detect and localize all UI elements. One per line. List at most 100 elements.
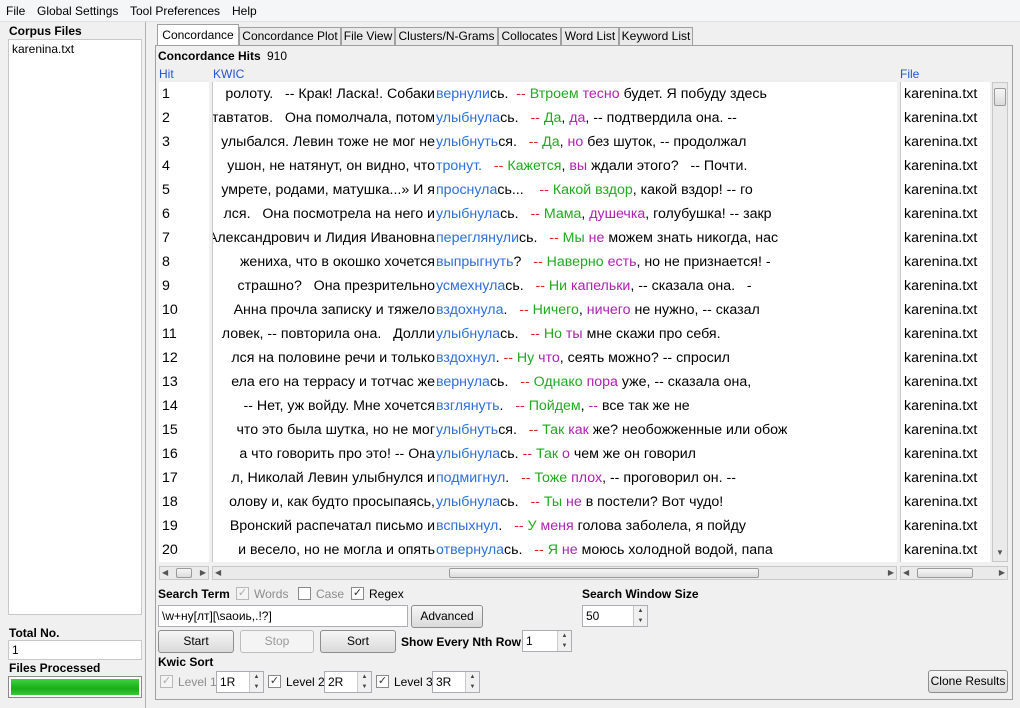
level2-checkbox[interactable]: ✓ — [268, 675, 281, 688]
file-cell[interactable]: karenina.txt — [901, 226, 990, 250]
tab-file-view[interactable]: File View — [341, 27, 395, 46]
kwic-row[interactable]: жениха, что в окошко хочется выпрыгнуть? … — [213, 250, 897, 274]
level1-spinner[interactable]: 1R ▲ ▼ — [216, 671, 264, 693]
file-cell[interactable]: karenina.txt — [901, 82, 990, 106]
kwic-row[interactable]: лся на половине речи и только вздохнул. -… — [213, 346, 897, 370]
scroll-down-icon[interactable]: ▼ — [996, 547, 1004, 559]
column-hit-header[interactable]: Hit — [159, 67, 174, 81]
file-cell[interactable]: karenina.txt — [901, 250, 990, 274]
file-cell[interactable]: karenina.txt — [901, 178, 990, 202]
scroll-right-icon[interactable]: ▶ — [888, 567, 894, 579]
kwic-row[interactable]: а что говорить про это! -- Она улыбнулась… — [213, 442, 897, 466]
hit-cell[interactable]: 14 — [159, 394, 209, 418]
hit-cell[interactable]: 6 — [159, 202, 209, 226]
advanced-button[interactable]: Advanced — [411, 605, 483, 628]
hit-cell[interactable]: 1 — [159, 82, 209, 106]
column-kwic-header[interactable]: KWIC — [213, 67, 244, 81]
hit-column[interactable]: 1 2 3 4 5 6 7 8 9 10 11 12 13 14 15 16 17 18 19 20 — [159, 82, 209, 562]
scroll-left-icon[interactable]: ◀ — [215, 567, 221, 579]
file-cell[interactable]: karenina.txt — [901, 346, 990, 370]
file-cell[interactable]: karenina.txt — [901, 130, 990, 154]
file-cell[interactable]: karenina.txt — [901, 442, 990, 466]
kwic-row[interactable]: ела его на террасу и тотчас же вернулась.… — [213, 370, 897, 394]
vertical-scroll-thumb[interactable] — [994, 88, 1006, 106]
scroll-left-icon[interactable]: ◀ — [903, 567, 909, 579]
clone-results-button[interactable]: Clone Results — [928, 670, 1008, 693]
kwic-column[interactable]: ролоту. -- Крак! Ласка!. Собаки вернулись… — [212, 82, 897, 562]
level3-checkbox[interactable]: ✓ — [376, 675, 389, 688]
search-term-input[interactable]: \w+ну[лт][\saоиь,.!?] — [158, 605, 408, 627]
kwic-row[interactable]: страшно? Она презрительно усмехнулась. --… — [213, 274, 897, 298]
hit-cell[interactable]: 3 — [159, 130, 209, 154]
kwic-row[interactable]: олову и, как будто просыпаясь, улыбнулась… — [213, 490, 897, 514]
case-checkbox[interactable] — [298, 587, 311, 600]
regex-checkbox[interactable]: ✓ — [351, 587, 364, 600]
file-cell[interactable]: karenina.txt — [901, 202, 990, 226]
tab-keyword-list[interactable]: Keyword List — [619, 27, 693, 46]
kwic-row[interactable]: ролоту. -- Крак! Ласка!. Собаки вернулись… — [213, 82, 897, 106]
hit-cell[interactable]: 9 — [159, 274, 209, 298]
file-cell[interactable]: karenina.txt — [901, 418, 990, 442]
kwic-row[interactable]: что это была шутка, но не мог улыбнуться.… — [213, 418, 897, 442]
stop-button[interactable]: Stop — [240, 630, 314, 653]
scroll-right-icon[interactable]: ▶ — [200, 567, 206, 579]
level3-spinner[interactable]: 3R ▲ ▼ — [432, 671, 480, 693]
corpus-file-item[interactable]: karenina.txt — [9, 40, 141, 58]
hit-cell[interactable]: 4 — [159, 154, 209, 178]
search-window-size-spinner[interactable]: 50 ▲ ▼ — [582, 605, 648, 627]
tab-concordance[interactable]: Concordance — [157, 24, 239, 46]
corpus-file-list[interactable]: karenina.txt — [8, 39, 142, 615]
spinner-arrows-icon[interactable]: ▲ ▼ — [557, 631, 571, 651]
file-cell[interactable]: karenina.txt — [901, 370, 990, 394]
kwic-row[interactable]: Вронский распечатал письмо и вспыхнул. --… — [213, 514, 897, 538]
column-file-header[interactable]: File — [900, 67, 919, 81]
file-cell[interactable]: karenina.txt — [901, 394, 990, 418]
hit-cell[interactable]: 2 — [159, 106, 209, 130]
level2-spinner[interactable]: 2R ▲ ▼ — [324, 671, 372, 693]
file-cell[interactable]: karenina.txt — [901, 322, 990, 346]
hit-cell[interactable]: 11 — [159, 322, 209, 346]
kwic-hscrollbar[interactable]: ◀ ▶ — [212, 566, 897, 580]
hit-cell[interactable]: 17 — [159, 466, 209, 490]
kwic-row[interactable]: умрете, родами, матушка...» И я проснулас… — [213, 178, 897, 202]
kwic-row[interactable]: Анна прочла записку и тяжело вздохнула. -… — [213, 298, 897, 322]
kwic-row[interactable]: ушон, не натянут, он видно, что тронут. -… — [213, 154, 897, 178]
kwic-row[interactable]: ловек, -- повторила она. Долли улыбнулась… — [213, 322, 897, 346]
file-cell[interactable]: karenina.txt — [901, 106, 990, 130]
hit-cell[interactable]: 5 — [159, 178, 209, 202]
kwic-row[interactable]: улыбался. Левин тоже не мог не улыбнуться… — [213, 130, 897, 154]
sort-button[interactable]: Sort — [320, 630, 396, 653]
file-cell[interactable]: karenina.txt — [901, 538, 990, 562]
file-cell[interactable]: karenina.txt — [901, 154, 990, 178]
file-cell[interactable]: karenina.txt — [901, 298, 990, 322]
tab-clusters-ngrams[interactable]: Clusters/N-Grams — [395, 27, 498, 46]
file-cell[interactable]: karenina.txt — [901, 274, 990, 298]
kwic-row[interactable]: л, Николай Левин улыбнулся и подмигнул. -… — [213, 466, 897, 490]
file-cell[interactable]: karenina.txt — [901, 514, 990, 538]
file-cell[interactable]: karenina.txt — [901, 490, 990, 514]
kwic-row[interactable]: -- Нет, уж войду. Мне хочется взглянуть. … — [213, 394, 897, 418]
hit-cell[interactable]: 7 — [159, 226, 209, 250]
hit-cell[interactable]: 15 — [159, 418, 209, 442]
level1-checkbox[interactable]: ✓ — [160, 675, 173, 688]
hit-cell[interactable]: 13 — [159, 370, 209, 394]
kwic-hscroll-thumb[interactable] — [449, 568, 759, 578]
hit-cell[interactable]: 10 — [159, 298, 209, 322]
hit-hscroll-thumb[interactable] — [176, 568, 192, 578]
spinner-arrows-icon[interactable]: ▲ ▼ — [357, 672, 371, 692]
file-column[interactable]: karenina.txt karenina.txt karenina.txt kare… — [900, 82, 990, 562]
file-hscrollbar[interactable]: ◀ ▶ — [900, 566, 1008, 580]
tab-word-list[interactable]: Word List — [561, 27, 619, 46]
scroll-left-icon[interactable]: ◀ — [162, 567, 168, 579]
scroll-right-icon[interactable]: ▶ — [999, 567, 1005, 579]
menu-tool-preferences[interactable]: Tool Preferences — [130, 4, 220, 18]
kwic-row[interactable]: ставтатов. Она помолчала, потом улыбнулас… — [213, 106, 897, 130]
spinner-arrows-icon[interactable]: ▲ ▼ — [465, 672, 479, 692]
spinner-arrows-icon[interactable]: ▲ ▼ — [249, 672, 263, 692]
nth-row-spinner[interactable]: 1 ▲ ▼ — [522, 630, 572, 652]
hit-cell[interactable]: 19 — [159, 514, 209, 538]
hit-cell[interactable]: 20 — [159, 538, 209, 562]
words-checkbox[interactable]: ✓ — [236, 587, 249, 600]
vertical-scrollbar[interactable]: ▲ ▼ — [992, 82, 1008, 562]
spinner-arrows-icon[interactable]: ▲ ▼ — [633, 606, 647, 626]
